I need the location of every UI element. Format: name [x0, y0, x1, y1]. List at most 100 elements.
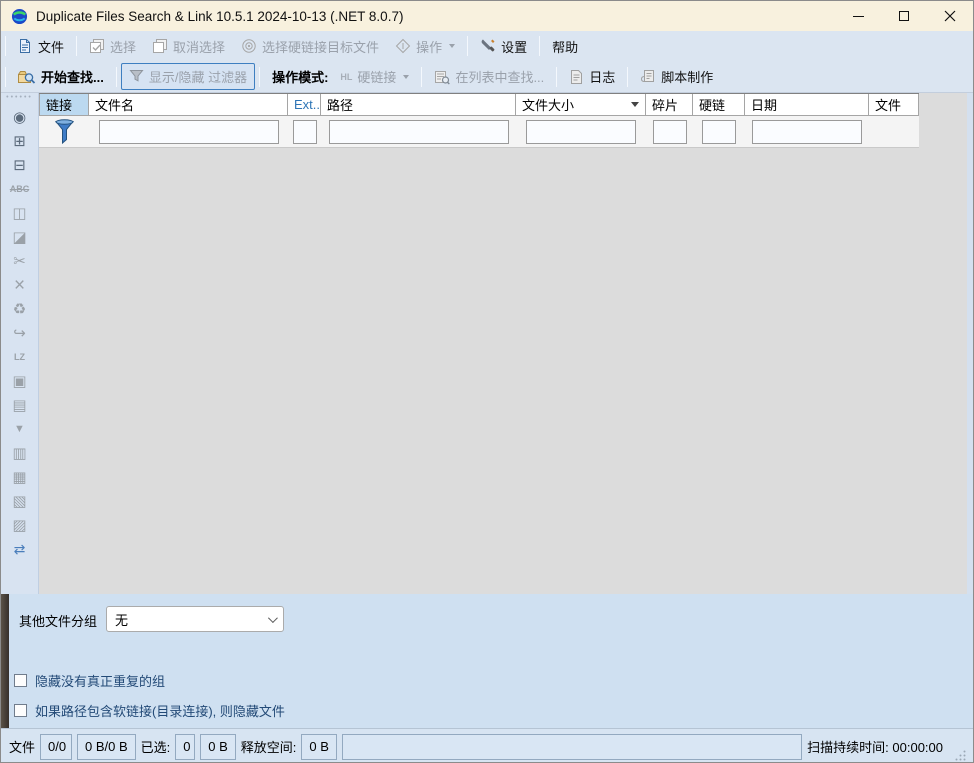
list-bracket-icon[interactable]: ▨	[6, 513, 34, 537]
group-collapse-icon[interactable]: ⊟	[6, 153, 34, 177]
menu-settings-label: 设置	[501, 37, 527, 56]
app-window: Duplicate Files Search & Link 10.5.1 202…	[0, 0, 974, 763]
scan-duration-label: 扫描持续时间:	[807, 740, 889, 755]
lz-compress-icon[interactable]: LZ	[6, 345, 34, 369]
menu-select-hardlink-targets[interactable]: 选择硬链接目标文件	[233, 33, 387, 60]
separator	[421, 67, 422, 87]
list-select-icon[interactable]: ▤	[6, 393, 34, 417]
resize-grip[interactable]	[954, 749, 967, 762]
list-shade-icon[interactable]: ▧	[6, 489, 34, 513]
close-icon	[944, 10, 956, 22]
folder-search-icon	[17, 69, 36, 85]
toggle-filter-button[interactable]: 显示/隐藏 过滤器	[121, 63, 255, 90]
find-in-list-icon	[434, 69, 450, 85]
eye-check-icon[interactable]: ◉	[6, 105, 34, 129]
column-header-filename[interactable]: 文件名	[89, 94, 288, 115]
minimize-icon	[853, 16, 864, 17]
hide-non-duplicate-checkbox-row: 隐藏没有真正重复的组	[14, 671, 165, 690]
filter-funnel-icon	[54, 119, 75, 145]
column-header-filesize-label: 文件大小	[522, 95, 574, 114]
column-header-filesize[interactable]: 文件大小	[516, 94, 646, 115]
close-button[interactable]	[927, 1, 973, 31]
list-grid-icon[interactable]: ▦	[6, 465, 34, 489]
column-header-hardlinks[interactable]: 硬链	[693, 94, 745, 115]
menu-help[interactable]: 帮助	[544, 33, 586, 60]
menu-file[interactable]: 文件	[9, 33, 72, 60]
start-search-button[interactable]: 开始查找...	[9, 63, 112, 90]
free-space-value: 0 B	[301, 734, 337, 760]
filter-ext-input[interactable]	[293, 120, 317, 144]
maximize-button[interactable]	[881, 1, 927, 31]
menu-actions[interactable]: 操作	[387, 33, 463, 60]
column-header-fragments[interactable]: 碎片	[646, 94, 693, 115]
hide-non-duplicate-label: 隐藏没有真正重复的组	[35, 671, 165, 690]
delete-icon[interactable]: ×	[6, 273, 34, 297]
toolbar-grip	[5, 67, 6, 87]
separator	[627, 67, 628, 87]
minimize-button[interactable]	[835, 1, 881, 31]
hide-softlink-checkbox[interactable]	[14, 704, 27, 717]
filter-row	[39, 116, 919, 148]
filter-date-input[interactable]	[752, 120, 862, 144]
column-header-link[interactable]: 链接	[39, 94, 89, 115]
filter-path-input[interactable]	[329, 120, 509, 144]
files-label: 文件	[9, 737, 35, 756]
target-icon	[241, 38, 257, 54]
filter-filesize-input[interactable]	[526, 120, 636, 144]
filter-fragments-input[interactable]	[653, 120, 687, 144]
abc-rename-icon[interactable]: ABC	[6, 177, 34, 201]
select-group-icon[interactable]: ◫	[6, 201, 34, 225]
deselect-stack-icon	[152, 38, 168, 54]
script-icon	[640, 69, 656, 85]
copy-list-icon[interactable]: ▣	[6, 369, 34, 393]
side-toolbar: •••••• ◉ ⊞ ⊟ ABC ◫ ◪ ✂ × ♻ ↪ LZ ▣ ▤ ▼ ▥ …	[1, 93, 39, 594]
column-header-date[interactable]: 日期	[745, 94, 869, 115]
swap-icon[interactable]: ⇄	[6, 537, 34, 561]
separator	[259, 67, 260, 87]
menu-select-hardlink-label: 选择硬链接目标文件	[262, 37, 379, 56]
window-title: Duplicate Files Search & Link 10.5.1 202…	[36, 9, 835, 24]
chevron-down-icon	[268, 613, 278, 623]
recycle-bin-icon[interactable]: ♻	[6, 297, 34, 321]
grouping-label: 其他文件分组	[19, 611, 97, 630]
cut-selection-icon[interactable]: ✂	[6, 249, 34, 273]
filter-hardlinks-input[interactable]	[702, 120, 736, 144]
move-files-icon[interactable]: ↪	[6, 321, 34, 345]
start-search-label: 开始查找...	[41, 67, 104, 86]
splitter-strip[interactable]	[1, 594, 9, 728]
titlebar: Duplicate Files Search & Link 10.5.1 202…	[1, 1, 973, 31]
list-rows-icon[interactable]: ▥	[6, 441, 34, 465]
chevron-down-icon	[449, 44, 455, 48]
filter-dropdown-icon[interactable]	[631, 102, 639, 107]
mode-hardlink-dropdown[interactable]: HL 硬链接	[332, 63, 417, 90]
column-header-file[interactable]: 文件	[869, 94, 919, 115]
log-icon	[569, 69, 584, 85]
toolbar-grip: ••••••	[6, 95, 33, 101]
free-space-label: 释放空间:	[241, 737, 297, 756]
log-label: 日志	[589, 67, 615, 86]
selected-label: 已选:	[141, 737, 171, 756]
app-icon	[11, 8, 28, 25]
menu-select[interactable]: 选择	[81, 33, 144, 60]
hide-softlink-label: 如果路径包含软链接(目录连接), 则隐藏文件	[35, 701, 285, 720]
log-button[interactable]: 日志	[561, 63, 623, 90]
statusbar: 文件 0/0 0 B/0 B 已选: 0 0 B 释放空间: 0 B 扫描持续时…	[1, 728, 973, 763]
scripting-button[interactable]: 脚本制作	[632, 63, 721, 90]
grouping-combobox[interactable]: 无	[106, 606, 284, 632]
column-header-ext[interactable]: Ext...	[288, 94, 321, 115]
toggle-filter-label: 显示/隐藏 过滤器	[149, 67, 247, 86]
menu-deselect[interactable]: 取消选择	[144, 33, 233, 60]
select-group-dotted-icon[interactable]: ◪	[6, 225, 34, 249]
menu-settings[interactable]: 设置	[472, 33, 535, 60]
filter-filename-input[interactable]	[99, 120, 279, 144]
scripting-label: 脚本制作	[661, 67, 713, 86]
column-header-path[interactable]: 路径	[321, 94, 516, 115]
list-filter-icon[interactable]: ▼	[6, 417, 34, 441]
scan-duration-value: 00:00:00	[892, 740, 943, 755]
group-expand-icon[interactable]: ⊞	[6, 129, 34, 153]
find-in-list-button[interactable]: 在列表中查找...	[426, 63, 552, 90]
hide-non-duplicate-checkbox[interactable]	[14, 674, 27, 687]
menu-deselect-label: 取消选择	[173, 37, 225, 56]
window-edge	[967, 93, 973, 594]
files-count: 0/0	[40, 734, 72, 760]
